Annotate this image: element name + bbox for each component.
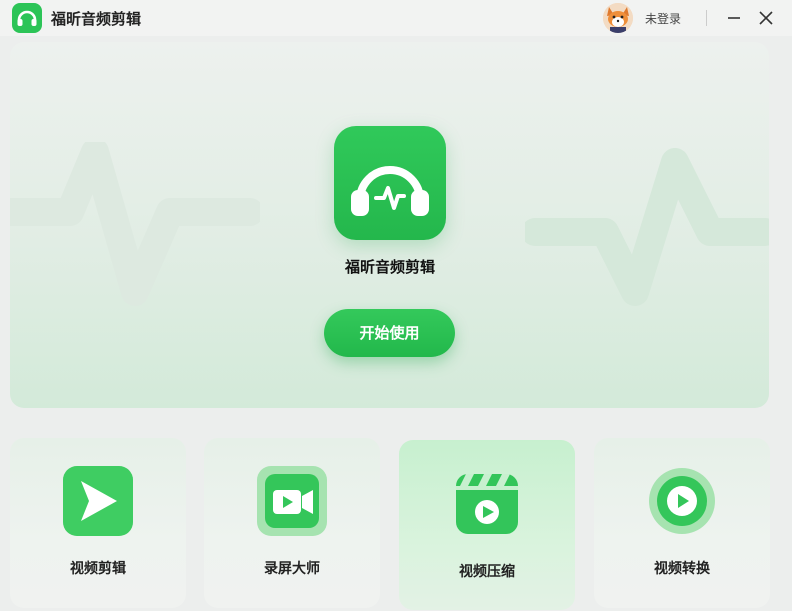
fox-avatar-icon[interactable] — [603, 3, 633, 33]
waveform-decoration-icon — [525, 148, 769, 306]
hero-title: 福昕音频剪辑 — [344, 258, 435, 276]
feature-card-screen-record[interactable]: 录屏大师 — [204, 438, 380, 608]
hero-panel: 福昕音频剪辑 开始使用 — [10, 42, 769, 408]
close-button[interactable] — [754, 6, 778, 30]
app-title: 福昕音频剪辑 — [51, 10, 142, 28]
feature-card-video-compress[interactable]: 视频压缩 — [399, 440, 575, 610]
play-chevron-icon — [63, 466, 133, 536]
titlebar-divider — [706, 10, 707, 26]
app-logo-icon — [12, 3, 42, 33]
feature-label: 视频剪辑 — [70, 561, 126, 577]
waveform-decoration-icon — [10, 142, 260, 306]
feature-card-video-convert[interactable]: 视频转换 — [594, 438, 770, 608]
minimize-button[interactable] — [722, 6, 746, 30]
feature-label: 录屏大师 — [264, 561, 320, 577]
start-button[interactable]: 开始使用 — [324, 309, 455, 357]
feature-label: 视频转换 — [654, 561, 710, 577]
feature-label: 视频压缩 — [459, 564, 515, 580]
login-status[interactable]: 未登录 — [645, 10, 681, 27]
video-camera-icon — [257, 466, 327, 536]
title-bar: 福昕音频剪辑 未登录 — [0, 0, 792, 36]
headphones-waveform-icon — [334, 126, 446, 240]
clapperboard-icon — [452, 468, 522, 538]
close-icon — [759, 11, 773, 25]
circular-play-icon — [647, 466, 717, 536]
feature-card-video-edit[interactable]: 视频剪辑 — [10, 438, 186, 608]
minimize-icon — [728, 17, 740, 19]
